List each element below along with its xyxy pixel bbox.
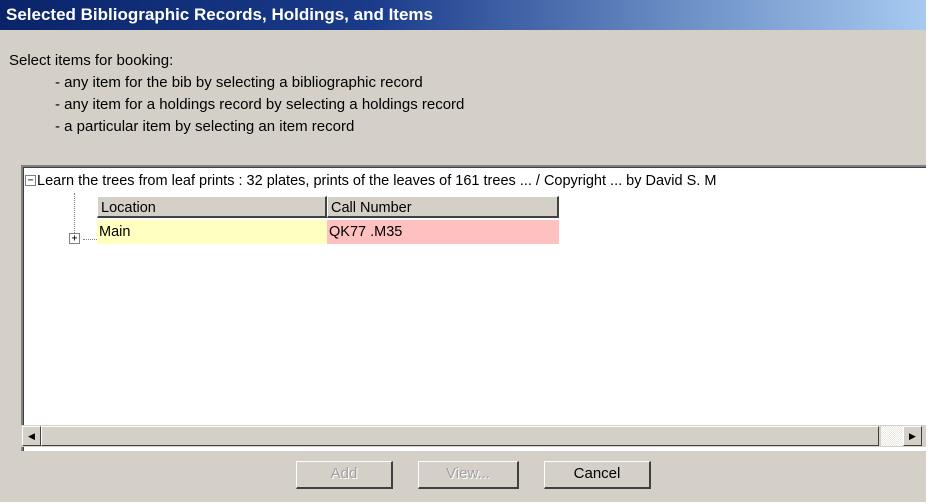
dialog-window: Selected Bibliographic Records, Holdings… <box>0 0 928 504</box>
column-header-location[interactable]: Location <box>97 196 327 218</box>
instruction-item: - a particular item by selecting an item… <box>55 118 355 135</box>
scroll-track[interactable] <box>881 426 903 446</box>
add-button[interactable]: Add <box>296 461 393 489</box>
view-button[interactable]: View... <box>418 461 519 489</box>
bib-record-node[interactable]: Learn the trees from leaf prints : 32 pl… <box>37 173 716 189</box>
instructions: Select items for booking: - any item for… <box>9 50 464 138</box>
instruction-holdings: - any item for a holdings record by sele… <box>55 96 465 113</box>
scroll-right-icon[interactable]: ▶ <box>903 426 922 446</box>
expand-icon[interactable]: + <box>69 233 80 244</box>
holdings-call-number-cell[interactable]: QK77 .M35 <box>327 220 559 244</box>
collapse-icon[interactable]: − <box>25 175 36 186</box>
holdings-location-cell[interactable]: Main <box>97 220 327 244</box>
dialog-title: Selected Bibliographic Records, Holdings… <box>0 0 926 30</box>
column-header-call-number[interactable]: Call Number <box>327 196 559 218</box>
tree-connector <box>83 239 97 240</box>
cancel-button[interactable]: Cancel <box>544 461 651 489</box>
horizontal-scrollbar[interactable]: ◀ ▶ <box>21 425 926 447</box>
scroll-left-icon[interactable]: ◀ <box>22 426 41 446</box>
records-tree[interactable]: − Learn the trees from leaf prints : 32 … <box>21 165 926 451</box>
instruction-bib: - any item for the bib by selecting a bi… <box>55 74 423 91</box>
instructions-heading: Select items for booking: <box>9 52 174 69</box>
scroll-thumb[interactable] <box>41 426 879 446</box>
